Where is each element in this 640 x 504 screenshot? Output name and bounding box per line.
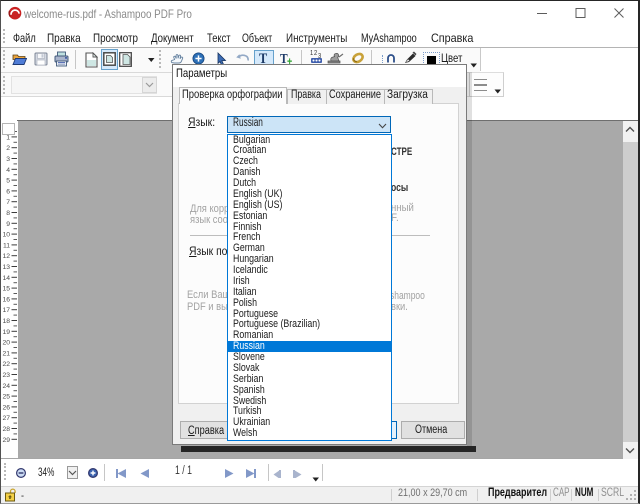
svg-text:24: 24 [2,383,10,390]
svg-text:20: 20 [2,340,10,347]
svg-text:22: 22 [2,361,10,368]
svg-text:15: 15 [2,286,10,293]
svg-text:4: 4 [6,167,10,174]
svg-text:14: 14 [2,275,10,282]
svg-text:25: 25 [2,394,10,401]
svg-text:3: 3 [6,156,10,163]
svg-text:9: 9 [6,221,10,228]
svg-text:29: 29 [2,437,10,444]
svg-text:19: 19 [2,329,10,336]
svg-text:27: 27 [2,415,10,422]
svg-text:21: 21 [2,350,10,357]
svg-text:16: 16 [2,296,10,303]
svg-text:6: 6 [6,188,10,195]
svg-text:26: 26 [2,404,10,411]
svg-text:23: 23 [2,372,10,379]
svg-text:28: 28 [2,426,10,433]
svg-text:13: 13 [2,264,10,271]
svg-text:18: 18 [2,318,10,325]
svg-text:17: 17 [2,307,10,314]
svg-text:7: 7 [6,199,10,206]
svg-text:5: 5 [6,178,10,185]
svg-text:10: 10 [2,232,10,239]
svg-text:8: 8 [6,210,10,217]
svg-text:1: 1 [6,134,10,141]
svg-text:2: 2 [6,145,10,152]
svg-text:12: 12 [2,253,10,260]
svg-text:11: 11 [3,242,10,249]
